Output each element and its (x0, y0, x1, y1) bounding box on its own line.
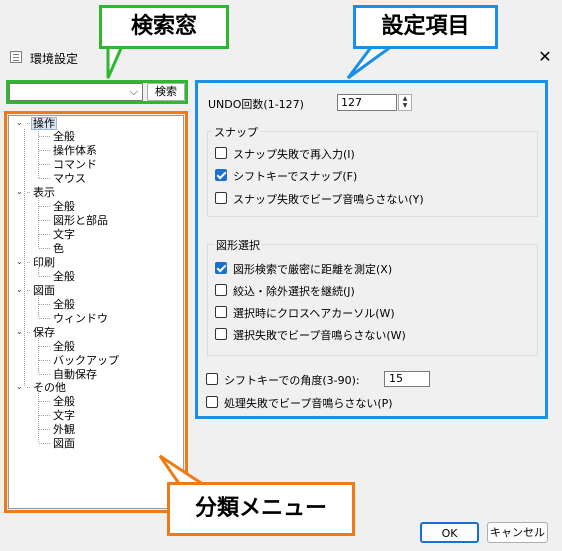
callout-pointers (106, 44, 397, 487)
callout-search: 検索窓 (99, 5, 229, 49)
cancel-button[interactable]: キャンセル (487, 522, 548, 543)
ok-button[interactable]: OK (420, 522, 479, 543)
callout-menu: 分類メニュー (167, 482, 355, 536)
callout-settings: 設定項目 (353, 5, 498, 49)
